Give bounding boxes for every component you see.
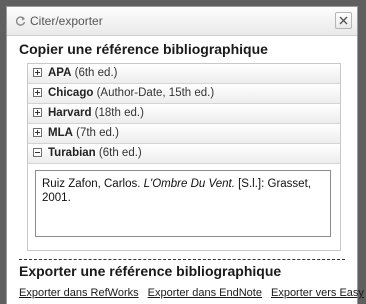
export-heading: Exporter une référence bibliographique [19, 263, 282, 279]
dialog-title: Citer/exporter [30, 14, 103, 28]
dialog-titlebar[interactable]: Citer/exporter [7, 7, 357, 36]
accordion-item-apa[interactable]: APA (6th ed.) [28, 64, 340, 84]
style-edition: (7th ed.) [76, 127, 119, 139]
citation-title: L'Ombre Du Vent. [143, 178, 235, 190]
expand-icon [33, 68, 42, 77]
style-edition: (6th ed.) [74, 67, 118, 79]
refresh-icon [15, 16, 26, 26]
citation-style-accordion: APA (6th ed.) Chicago (Author-Date, 15th… [27, 63, 341, 251]
export-endnote-link[interactable]: Exporter dans EndNote [148, 287, 262, 299]
style-name: Chicago [48, 87, 94, 99]
accordion-item-chicago[interactable]: Chicago (Author-Date, 15th ed.) [28, 84, 340, 104]
style-name: APA [48, 67, 72, 79]
expand-icon [33, 88, 42, 97]
citation-dialog: Citer/exporter Copier une référence bibl… [6, 6, 364, 304]
style-name: Turabian [48, 147, 96, 159]
accordion-item-turabian[interactable]: Turabian (6th ed.) [28, 144, 340, 164]
citation-text-box[interactable]: Ruiz Zafon, Carlos. L'Ombre Du Vent. [S.… [35, 170, 331, 237]
style-name: Harvard [48, 107, 92, 119]
style-edition: (Author-Date, 15th ed.) [96, 87, 215, 99]
close-button[interactable] [335, 12, 352, 29]
cite-heading: Copier une référence bibliographique [19, 41, 268, 57]
style-edition: (18th ed.) [94, 107, 144, 119]
section-divider [19, 259, 345, 260]
expand-icon [33, 108, 42, 117]
export-easybib-link[interactable]: Exporter vers Easy [271, 287, 364, 299]
citation-author: Ruiz Zafon, Carlos. [42, 178, 141, 190]
accordion-item-harvard[interactable]: Harvard (18th ed.) [28, 104, 340, 124]
expand-icon [33, 128, 42, 137]
collapse-icon [33, 148, 42, 157]
accordion-item-mla[interactable]: MLA (7th ed.) [28, 124, 340, 144]
close-icon [339, 16, 348, 25]
style-name: MLA [48, 127, 73, 139]
export-refworks-link[interactable]: Exporter dans RefWorks [19, 287, 139, 299]
export-links: Exporter dans RefWorks Exporter dans EndN… [19, 287, 366, 299]
turabian-panel: Ruiz Zafon, Carlos. L'Ombre Du Vent. [S.… [28, 164, 340, 250]
style-edition: (6th ed.) [98, 147, 142, 159]
